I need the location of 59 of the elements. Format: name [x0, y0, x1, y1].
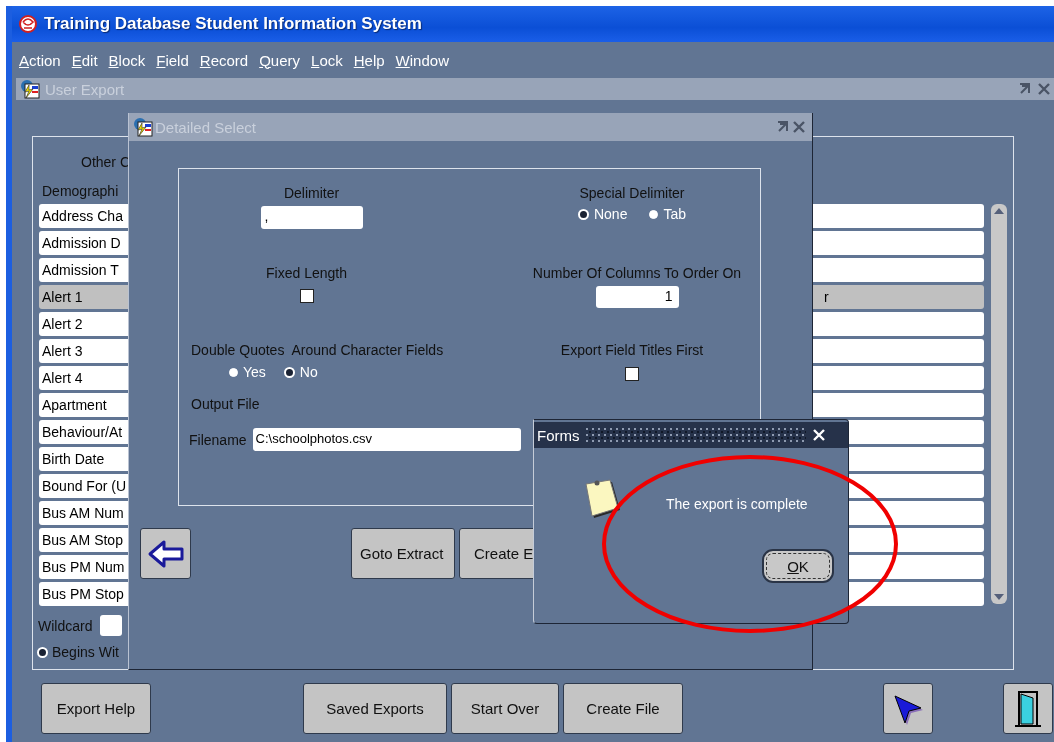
pointer-button[interactable]	[883, 683, 933, 734]
action-button[interactable]: Start Over	[451, 683, 559, 734]
menu-item[interactable]: Edit	[71, 49, 98, 71]
action-button[interactable]: Saved Exports	[303, 683, 447, 734]
maximize-icon	[776, 120, 790, 134]
action-button[interactable]: Create File	[563, 683, 683, 734]
field-label: Special Delimiter	[579, 185, 685, 201]
menu-item[interactable]: Help	[353, 49, 385, 71]
window-icon	[20, 79, 40, 99]
action-button[interactable]: Export Help	[41, 683, 151, 734]
maximize-icon	[1018, 82, 1032, 96]
field-label: Wildcard	[38, 617, 93, 634]
menu-item[interactable]: Block	[108, 49, 146, 71]
menu-item[interactable]: Window	[395, 49, 449, 71]
field-label: Delimiter	[283, 185, 340, 201]
scroll-up-icon	[994, 208, 1004, 214]
app-logo-icon	[18, 14, 38, 34]
radio-label: Begins Wit	[52, 644, 119, 660]
wildcard-field[interactable]	[100, 615, 123, 636]
checkbox[interactable]	[625, 367, 639, 381]
back-button[interactable]	[140, 528, 191, 579]
close-icon	[792, 120, 806, 134]
scrollbar[interactable]	[991, 204, 1007, 604]
window-icon	[133, 117, 153, 137]
section-label: Output File	[191, 396, 261, 412]
radio-button[interactable]	[229, 367, 238, 377]
field-label: Fixed Length	[266, 265, 347, 281]
field-label: Number Of Columns To Order On	[532, 265, 742, 281]
list-heading: Demographi	[42, 183, 119, 199]
dialog-title: Forms	[537, 426, 580, 444]
field-label: Double Quotes Around Character Fields	[191, 342, 445, 358]
close-icon	[811, 428, 826, 442]
close-icon	[1037, 82, 1051, 96]
radio-label: Tab	[663, 206, 686, 222]
scroll-down-icon	[994, 594, 1004, 600]
alert-message: The export is complete	[666, 495, 808, 514]
delimiter-field[interactable]: ,	[260, 206, 363, 229]
checkbox[interactable]	[299, 289, 314, 303]
radio-label: Yes	[243, 364, 266, 380]
back-arrow-icon	[146, 538, 185, 569]
exit-button[interactable]	[1003, 683, 1053, 734]
menu-item[interactable]: Field	[156, 49, 189, 71]
window-title: Training Database Student Information System	[44, 14, 422, 34]
field-label: Export Field Titles First	[560, 342, 704, 358]
radio-button[interactable]	[283, 366, 295, 378]
radio-label: No	[299, 364, 318, 380]
menu-item[interactable]: Query	[259, 49, 301, 71]
column-count-field[interactable]: 1	[595, 286, 679, 308]
filename-field[interactable]: C:\schoolphotos.csv	[252, 428, 521, 451]
action-button[interactable]: Goto Extract	[351, 528, 455, 579]
field-label: Filename	[189, 431, 247, 448]
ok-button[interactable]: OK	[762, 549, 834, 583]
radio-label: None	[593, 206, 628, 222]
radio-button[interactable]	[577, 208, 589, 220]
menu-item[interactable]: Record	[199, 49, 249, 71]
radio-button[interactable]	[37, 646, 48, 658]
menu-item[interactable]: Action	[19, 49, 61, 71]
menu-item[interactable]: Lock	[311, 49, 343, 71]
radio-button[interactable]	[649, 209, 659, 219]
